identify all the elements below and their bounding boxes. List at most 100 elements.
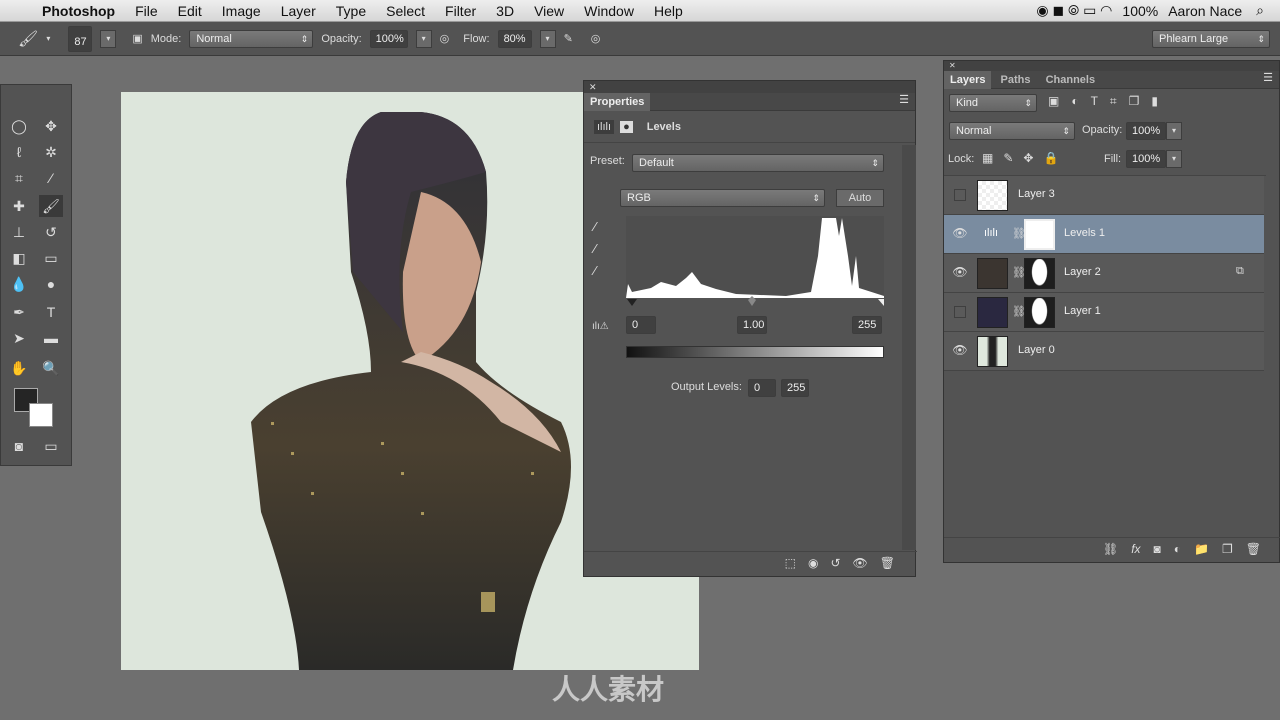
clipping-warning-icon[interactable]: ılı⚠ [592,321,609,332]
auto-button[interactable]: Auto [836,189,884,207]
close-panel-icon[interactable]: ✕ [944,61,1279,71]
shape-tool-icon[interactable]: ▬ [39,327,63,349]
new-group-icon[interactable]: 📁 [1194,542,1209,556]
flow-field[interactable]: 80% [497,29,532,48]
visibility-toggle[interactable] [954,306,966,318]
lasso-tool-icon[interactable]: ℓ [7,141,31,163]
blur-tool-icon[interactable]: 💧 [7,273,31,295]
reset-icon[interactable]: ↺ [830,556,840,570]
white-eyedropper-icon[interactable]: ⁄ [594,263,596,278]
menu-layer[interactable]: Layer [281,3,316,19]
delete-icon[interactable]: 🗑 [880,556,895,570]
add-mask-icon[interactable]: ◙ [1154,542,1161,556]
background-color-swatch[interactable] [29,403,53,427]
panel-menu-icon[interactable]: ☰ [1263,71,1273,84]
scrollbar[interactable] [902,145,916,550]
marquee-tool-icon[interactable]: ◯ [7,115,31,137]
brush-size-picker[interactable]: 87 [68,25,93,52]
flow-dropdown[interactable]: ▾ [539,29,556,48]
crop-tool-icon[interactable]: ⌗ [7,167,31,189]
fill-dropdown[interactable]: ▾ [1166,150,1182,168]
white-point-slider[interactable] [878,299,884,306]
pen-tool-icon[interactable]: ✒ [7,301,31,323]
pressure-size-icon[interactable]: ◎ [591,32,601,45]
healing-brush-icon[interactable]: ✚ [7,195,31,217]
eye-icon[interactable]: 👁 [952,226,968,242]
close-panel-icon[interactable]: ✕ [584,81,915,93]
tab-layers[interactable]: Layers [944,71,992,89]
brush-picker-dropdown[interactable]: ▾ [100,29,117,48]
adjustment-layer-icon[interactable]: ◐ [1174,542,1181,556]
magic-wand-icon[interactable]: ✲ [39,141,63,163]
tab-paths[interactable]: Paths [995,71,1037,89]
menu-view[interactable]: View [534,3,564,19]
layer-row-layer-0[interactable]: 👁 Layer 0 [944,332,1264,371]
hand-tool-icon[interactable]: ✋ [7,357,31,379]
lock-icons[interactable]: ▦✎✥🔒 [982,151,1068,165]
black-eyedropper-icon[interactable]: ⁄ [594,219,596,234]
black-point-slider[interactable] [627,299,637,306]
move-tool-icon[interactable]: ✥ [39,115,63,137]
layer-row-layer-1[interactable]: ⛓ Layer 1 [944,293,1264,332]
zoom-tool-icon[interactable]: 🔍 [39,357,63,379]
menu-help[interactable]: Help [654,3,683,19]
opacity-dropdown[interactable]: ▾ [1166,122,1182,140]
visibility-icon[interactable]: 👁 [853,556,868,570]
brush-panel-toggle-icon[interactable]: ▣ [132,32,142,45]
dodge-tool-icon[interactable]: ● [39,273,63,295]
eraser-tool-icon[interactable]: ◧ [7,247,31,269]
eyedropper-tool-icon[interactable]: ⁄ [39,167,63,189]
tab-properties[interactable]: Properties [584,93,651,111]
view-previous-icon[interactable]: ◉ [808,556,818,570]
panel-menu-icon[interactable]: ☰ [899,93,909,106]
opacity-field[interactable]: 100% [369,29,408,48]
path-select-icon[interactable]: ➤ [7,327,31,349]
user-name[interactable]: Aaron Nace [1168,3,1242,19]
output-black-field[interactable]: 0 [748,379,776,397]
layer-mask-thumbnail[interactable] [1024,219,1055,250]
menu-app[interactable]: Photoshop [42,3,115,19]
brush-tool-icon[interactable]: 🖌 [18,29,38,49]
eye-icon[interactable]: 👁 [952,265,968,281]
preset-select[interactable]: Default [632,154,884,172]
tab-channels[interactable]: Channels [1040,71,1102,89]
blend-mode-select[interactable]: Normal [949,122,1075,140]
search-icon[interactable]: ⌕ [1256,2,1264,19]
workspace-select[interactable]: Phlearn Large [1152,29,1270,48]
type-tool-icon[interactable]: T [39,301,63,323]
menu-edit[interactable]: Edit [178,3,202,19]
fx-icon[interactable]: fx [1131,542,1140,556]
layer-mask-thumbnail[interactable] [1024,297,1055,328]
layer-row-levels-1[interactable]: 👁 ılılı ⛓ Levels 1 [944,215,1264,254]
output-white-field[interactable]: 255 [781,379,809,397]
menu-file[interactable]: File [135,3,158,19]
menu-filter[interactable]: Filter [445,3,476,19]
menu-window[interactable]: Window [584,3,634,19]
mask-icon[interactable]: ● [620,120,633,133]
history-brush-icon[interactable]: ↺ [39,221,63,243]
channel-select[interactable]: RGB [620,189,825,207]
layer-opacity-field[interactable]: 100% [1126,122,1166,140]
input-gamma-field[interactable]: 1.00 [737,316,767,334]
input-black-field[interactable]: 0 [626,316,656,334]
input-white-field[interactable]: 255 [852,316,882,334]
layer-filter-select[interactable]: Kind [949,94,1037,112]
menu-3d[interactable]: 3D [496,3,514,19]
gradient-tool-icon[interactable]: ▭ [39,247,63,269]
levels-adjustment-icon[interactable]: ılılı [594,119,615,134]
airbrush-icon[interactable]: ✎ [564,32,573,45]
visibility-toggle[interactable] [954,189,966,201]
layer-mask-thumbnail[interactable] [1024,258,1055,289]
screen-mode-icon[interactable]: ▭ [39,435,63,457]
delete-layer-icon[interactable]: 🗑 [1246,542,1261,556]
layer-row-layer-3[interactable]: Layer 3 [944,176,1264,215]
opacity-dropdown[interactable]: ▾ [415,29,432,48]
menu-type[interactable]: Type [336,3,366,19]
layer-row-layer-2[interactable]: 👁 ⛓ Layer 2 ⧉ [944,254,1264,293]
clip-to-layer-icon[interactable]: ⬚ [785,556,796,570]
fill-field[interactable]: 100% [1126,150,1166,168]
filter-icons[interactable]: ▣◐T⌗❐▮ [1048,94,1170,109]
clone-stamp-icon[interactable]: ⊥ [7,221,31,243]
brush-tool-icon[interactable]: 🖌 [39,195,63,217]
menu-image[interactable]: Image [222,3,261,19]
